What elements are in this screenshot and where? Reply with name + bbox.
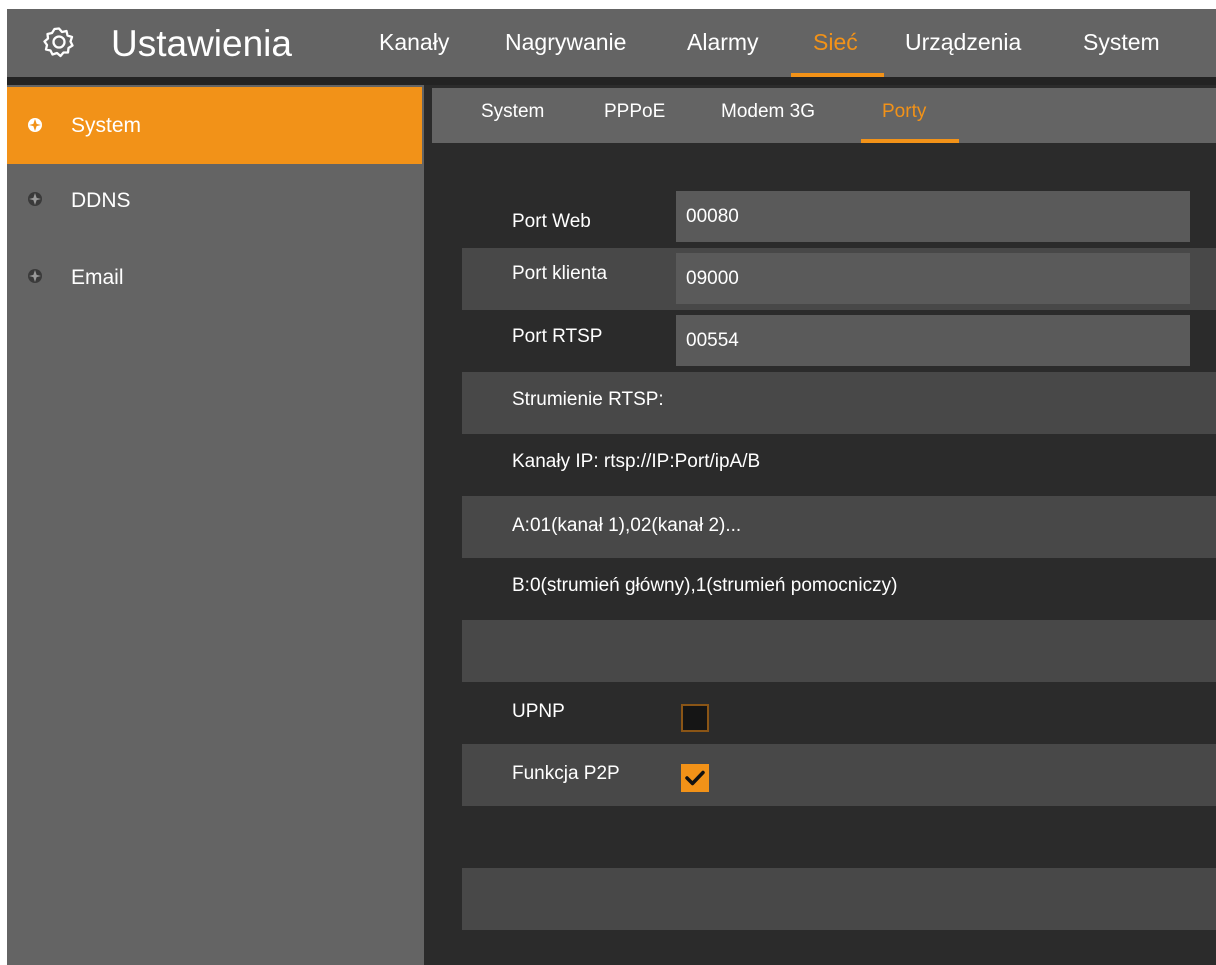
header-divider — [7, 77, 1216, 85]
empty-row — [462, 806, 1216, 868]
tab-nagrywanie[interactable]: Nagrywanie — [505, 27, 626, 57]
port-rtsp-input[interactable]: 00554 — [676, 315, 1190, 366]
ip-channels-text: Kanały IP: rtsp://IP:Port/ipA/B — [512, 451, 761, 472]
p2p-checkbox[interactable] — [681, 764, 709, 792]
p2p-label: Funkcja P2P — [512, 763, 620, 784]
compass-icon — [28, 192, 42, 206]
subtab-modem-3g[interactable]: Modem 3G — [721, 101, 815, 123]
rtsp-streams-label: Strumienie RTSP: — [512, 389, 664, 410]
settings-window: Ustawienia Kanały Nagrywanie Alarmy Sieć… — [7, 9, 1216, 965]
empty-row — [462, 620, 1216, 682]
upnp-checkbox[interactable] — [681, 704, 709, 732]
port-client-label: Port klienta — [512, 263, 608, 284]
tab-alarmy[interactable]: Alarmy — [687, 27, 759, 57]
empty-row — [462, 868, 1216, 930]
app-title: Ustawienia — [111, 23, 292, 64]
compass-icon — [28, 269, 42, 283]
tab-siec[interactable]: Sieć — [813, 27, 858, 57]
form-row-upnp: UPNP — [462, 682, 1216, 744]
form-row-port-client: Port klienta 09000 — [462, 248, 1216, 310]
gear-icon — [43, 27, 74, 58]
active-subtab-indicator — [861, 139, 959, 143]
top-header: Ustawienia Kanały Nagrywanie Alarmy Sieć… — [7, 9, 1216, 77]
sidebar-item-label: Email — [71, 266, 124, 289]
port-rtsp-label: Port RTSP — [512, 326, 603, 347]
a-info-text: A:01(kanał 1),02(kanał 2)... — [512, 515, 742, 536]
sidebar: System DDNS Email — [7, 85, 424, 965]
info-row-a: A:01(kanał 1),02(kanał 2)... — [462, 496, 1216, 558]
subtab-porty[interactable]: Porty — [882, 101, 926, 123]
tab-kanaly[interactable]: Kanały — [379, 27, 449, 57]
subtab-pppoe[interactable]: PPPoE — [604, 101, 665, 123]
sidebar-item-email[interactable]: Email — [7, 241, 422, 318]
sidebar-item-label: System — [71, 114, 142, 137]
form-row-p2p: Funkcja P2P — [462, 744, 1216, 806]
sidebar-item-system[interactable]: System — [7, 87, 422, 164]
checkmark-icon — [685, 770, 705, 786]
subtab-bar: System PPPoE Modem 3G Porty — [432, 88, 1216, 143]
b-info-text: B:0(strumień główny),1(strumień pomocnic… — [512, 575, 898, 596]
port-web-label: Port Web — [512, 211, 591, 232]
compass-icon — [28, 118, 42, 132]
form-row-port-rtsp: Port RTSP 00554 — [462, 310, 1216, 372]
port-web-input[interactable]: 00080 — [676, 191, 1190, 242]
subtab-system[interactable]: System — [481, 101, 544, 123]
upnp-label: UPNP — [512, 701, 565, 722]
info-row-b: B:0(strumień główny),1(strumień pomocnic… — [462, 558, 1216, 620]
info-row-rtsp-streams: Strumienie RTSP: — [462, 372, 1216, 434]
sidebar-item-label: DDNS — [71, 189, 131, 212]
port-client-input[interactable]: 09000 — [676, 253, 1190, 304]
main-panel: System PPPoE Modem 3G Porty Port Web 000… — [424, 85, 1216, 965]
info-row-ip-channels: Kanały IP: rtsp://IP:Port/ipA/B — [462, 434, 1216, 496]
tab-urzadzenia[interactable]: Urządzenia — [905, 27, 1021, 57]
form-row-port-web: Port Web 00080 — [462, 186, 1216, 248]
tab-system[interactable]: System — [1083, 27, 1160, 57]
sidebar-item-ddns[interactable]: DDNS — [7, 164, 422, 241]
